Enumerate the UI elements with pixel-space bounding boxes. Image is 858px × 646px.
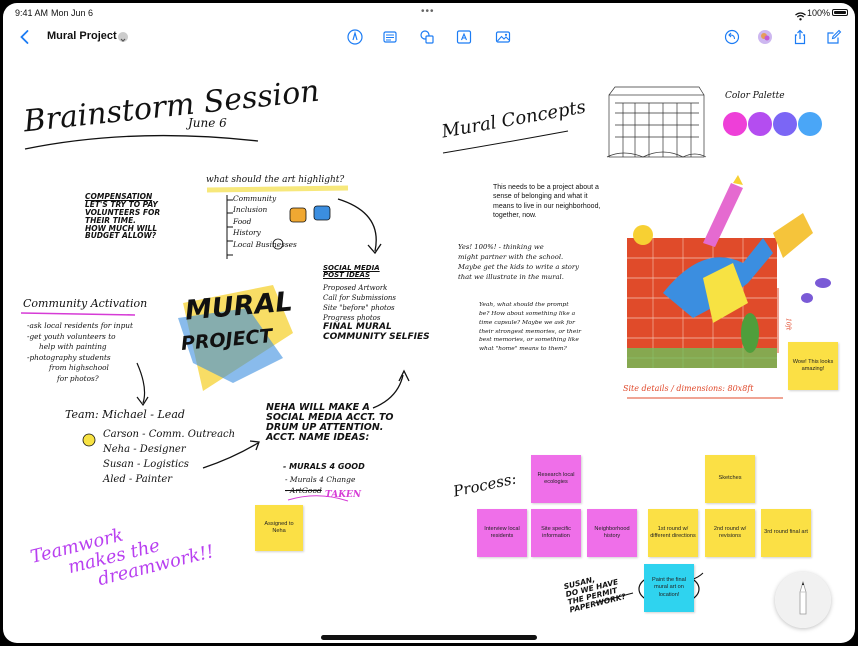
sticky-site-info[interactable]: Site specific information <box>531 509 581 557</box>
dimensions-label: Site details / dimensions: 80x8ft <box>623 384 754 393</box>
highlight-item: Food <box>233 216 252 226</box>
community-list: -ask local residents for input -get yout… <box>27 321 133 384</box>
reply-line: might partner with the school. <box>458 252 564 261</box>
brainstorm-date: June 6 <box>188 116 227 130</box>
sticky-history[interactable]: Neighborhood history <box>587 509 637 557</box>
compensation-line: budget allow? <box>85 231 157 241</box>
community-underline <box>20 312 136 316</box>
arrow-head-2 <box>398 369 410 382</box>
sticky-research[interactable]: Research local ecologies <box>531 455 581 503</box>
sticky-wow[interactable]: Wow! This looks amazing! <box>788 342 838 390</box>
community-heading: Community Activation <box>23 297 148 310</box>
team-member: Neha - Designer <box>103 444 186 455</box>
social-item: Call for Submissions <box>323 293 397 302</box>
arrow-highlight <box>337 198 377 252</box>
reply-line: what "home" means to them? <box>479 346 567 353</box>
compensation-note: Compensation Let's try to pay volunteers… <box>85 193 160 240</box>
fist-blue-icon <box>313 205 331 221</box>
taken-label: TAKEN <box>325 490 362 500</box>
highlight-item: History <box>233 228 261 238</box>
team-heading: Team: Michael - Lead <box>65 408 185 421</box>
neha-line: Acct. name ideas: <box>266 431 370 443</box>
neha-idea: - Murals 4 Good <box>283 462 365 471</box>
highlight-item: Community <box>233 194 277 203</box>
smiley-icon <box>82 433 96 447</box>
community-line: -photography students <box>27 352 111 362</box>
freeform-board-screen: 9:41 AM Mon Jun 6 ••• 100% Mural Project <box>3 3 855 643</box>
arrow-community <box>136 362 146 404</box>
palette-swatch[interactable] <box>748 112 772 136</box>
community-line: from highschool <box>49 363 109 373</box>
highlight-list: Community Inclusion Food History Local B… <box>233 193 297 250</box>
dimension-height: 10ft <box>784 318 792 331</box>
community-line: for photos? <box>57 373 99 383</box>
team-member: Aled - Painter <box>103 474 173 485</box>
building-sketch <box>606 86 707 158</box>
home-indicator <box>321 635 537 640</box>
sticky-round-1[interactable]: 1st round w/ different directions <box>648 509 698 557</box>
social-item: Proposed Artwork <box>323 283 388 292</box>
typed-text-box[interactable]: This needs to be a project about a sense… <box>493 183 607 221</box>
reply-line: Yes! 100%! - thinking we <box>458 243 544 251</box>
neha-idea-struck: - ArtGood <box>285 486 322 495</box>
social-heading-2: Post Ideas <box>323 271 370 280</box>
palette-swatch[interactable] <box>798 112 822 136</box>
highlight-heading: what should the art highlight? <box>206 175 345 185</box>
sticky-interview[interactable]: Interview local residents <box>477 509 527 557</box>
reply-line: best memories, or something like <box>479 337 579 344</box>
sticky-round-2[interactable]: 2nd round w/ revisions <box>705 509 755 557</box>
highlight-item: Local Businesses <box>233 239 297 249</box>
community-line: help with painting <box>39 342 107 352</box>
pencil-icon <box>799 580 807 615</box>
palette-swatch[interactable] <box>723 112 747 136</box>
social-item-selfies: Community Selfies <box>323 331 430 342</box>
pencil-tool-button[interactable] <box>775 572 831 628</box>
social-item: Site "before" photos <box>323 303 395 312</box>
reply-line: Yeah, what should the prompt <box>479 302 569 308</box>
reply-note-1: Yes! 100%! - thinking we might partner w… <box>458 243 579 282</box>
reply-line: their strongest memories, or their <box>479 328 582 335</box>
color-palette <box>723 112 822 136</box>
reply-line: time capsule? Maybe we ask for <box>479 319 575 326</box>
reply-line: Maybe get the kids to write a story <box>458 262 579 271</box>
reply-note-2: Yeah, what should the prompt be? How abo… <box>479 301 581 354</box>
community-line: -get youth volunteers to <box>27 331 116 341</box>
title-underline <box>24 134 259 150</box>
palette-label: Color Palette <box>725 91 785 101</box>
reply-line: be? How about something like a <box>479 310 576 317</box>
community-line: -ask local residents for input <box>27 321 133 330</box>
sticky-round-3[interactable]: 3rd round final art <box>761 509 811 557</box>
team-member: Susan - Logistics <box>103 459 189 470</box>
neha-note: Neha will make a social media acct. to d… <box>266 403 394 443</box>
arrow-head-4 <box>136 396 149 407</box>
arrow-head-1 <box>367 243 382 255</box>
highlight-item: Inclusion <box>233 205 268 215</box>
reply-line: that we illustrate in the mural. <box>458 272 564 281</box>
neha-idea: - Murals 4 Change <box>285 475 356 484</box>
team-member: Carson - Comm. Outreach <box>103 429 236 440</box>
team-list: Carson - Comm. Outreach Neha - Designer … <box>103 427 235 487</box>
social-media-note: Social Media Post Ideas Proposed Artwork… <box>323 264 430 342</box>
sticky-sketches[interactable]: Sketches <box>705 455 755 503</box>
palette-swatch[interactable] <box>773 112 797 136</box>
sticky-assigned-neha[interactable]: Assigned to Neha <box>255 505 303 551</box>
highlight-marker <box>206 185 349 193</box>
sticky-paint[interactable]: Paint the final mural art on location! <box>644 564 694 612</box>
